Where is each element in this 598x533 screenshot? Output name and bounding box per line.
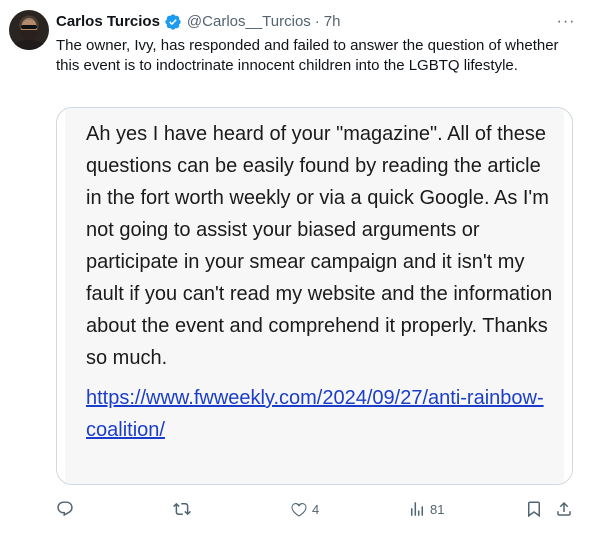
verified-badge-icon bbox=[165, 14, 181, 30]
views-button[interactable]: 81 bbox=[408, 497, 444, 521]
reply-icon bbox=[57, 501, 73, 517]
share-button[interactable] bbox=[555, 497, 573, 521]
views-icon bbox=[411, 502, 423, 516]
tweet-header: Carlos Turcios @Carlos__Turcios · 7h bbox=[56, 12, 340, 32]
like-button[interactable]: 4 bbox=[290, 497, 319, 521]
tweet-media-image[interactable]: Ah yes I have heard of your "magazine". … bbox=[56, 107, 573, 485]
share-icon bbox=[557, 501, 571, 516]
more-icon: ··· bbox=[556, 13, 576, 30]
tweet-text: The owner, Ivy, has responded and failed… bbox=[56, 37, 559, 74]
author-handle[interactable]: @Carlos__Turcios bbox=[187, 12, 311, 32]
author-name[interactable]: Carlos Turcios bbox=[56, 12, 160, 32]
image-link-text: https://www.fwweekly.com/2024/09/27/anti… bbox=[86, 387, 544, 441]
timestamp[interactable]: 7h bbox=[324, 12, 341, 32]
bookmark-button[interactable] bbox=[525, 497, 543, 521]
screenshot-image: Ah yes I have heard of your "magazine". … bbox=[65, 108, 564, 484]
bookmark-icon bbox=[528, 501, 540, 518]
separator-dot: · bbox=[314, 13, 320, 30]
image-message-text: Ah yes I have heard of your "magazine". … bbox=[86, 123, 553, 369]
like-count: 4 bbox=[312, 501, 320, 517]
repost-button[interactable] bbox=[173, 497, 195, 521]
more-options-button[interactable]: ··· bbox=[556, 13, 576, 30]
avatar[interactable] bbox=[9, 10, 49, 50]
repost-icon bbox=[173, 502, 191, 516]
tweet-actions-bar: 4 81 bbox=[0, 497, 598, 521]
heart-icon bbox=[291, 502, 307, 517]
reply-button[interactable] bbox=[56, 497, 78, 521]
views-count: 81 bbox=[430, 501, 445, 517]
